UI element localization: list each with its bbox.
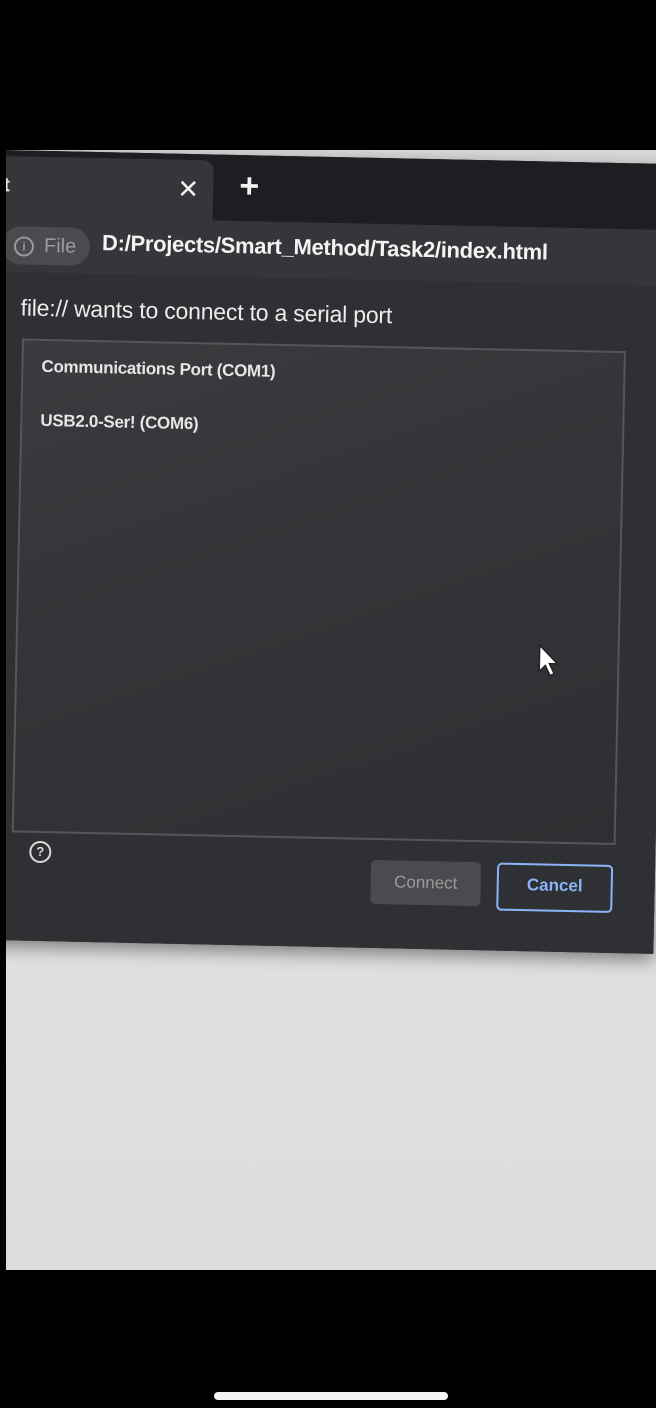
serial-port-chooser-dialog: file:// wants to connect to a serial por… <box>6 271 656 954</box>
tab-title: t <box>6 174 11 197</box>
site-info-label: File <box>43 234 77 258</box>
dialog-title: file:// wants to connect to a serial por… <box>20 294 393 329</box>
photo-area: t ✕ + i File D:/Projects/Smart_Method/Ta… <box>6 150 656 1270</box>
tab-active[interactable]: t ✕ <box>6 155 214 221</box>
browser-window: t ✕ + i File D:/Projects/Smart_Method/Ta… <box>6 150 656 954</box>
mouse-cursor-icon <box>538 643 560 677</box>
port-list-item[interactable]: USB2.0-Ser! (COM6) <box>40 411 198 434</box>
site-info-chip[interactable]: i File <box>6 226 91 266</box>
port-list: Communications Port (COM1) USB2.0-Ser! (… <box>11 338 626 846</box>
home-indicator <box>214 1392 448 1400</box>
phone-photo-frame: t ✕ + i File D:/Projects/Smart_Method/Ta… <box>0 0 656 1408</box>
cancel-button[interactable]: Cancel <box>496 862 614 913</box>
connect-button[interactable]: Connect <box>370 859 482 907</box>
plus-icon[interactable]: + <box>233 167 266 205</box>
close-icon[interactable]: ✕ <box>173 174 204 205</box>
help-icon[interactable]: ? <box>29 840 52 864</box>
url-text[interactable]: D:/Projects/Smart_Method/Task2/index.htm… <box>102 230 548 265</box>
port-list-item[interactable]: Communications Port (COM1) <box>41 357 275 382</box>
info-icon: i <box>13 236 35 257</box>
